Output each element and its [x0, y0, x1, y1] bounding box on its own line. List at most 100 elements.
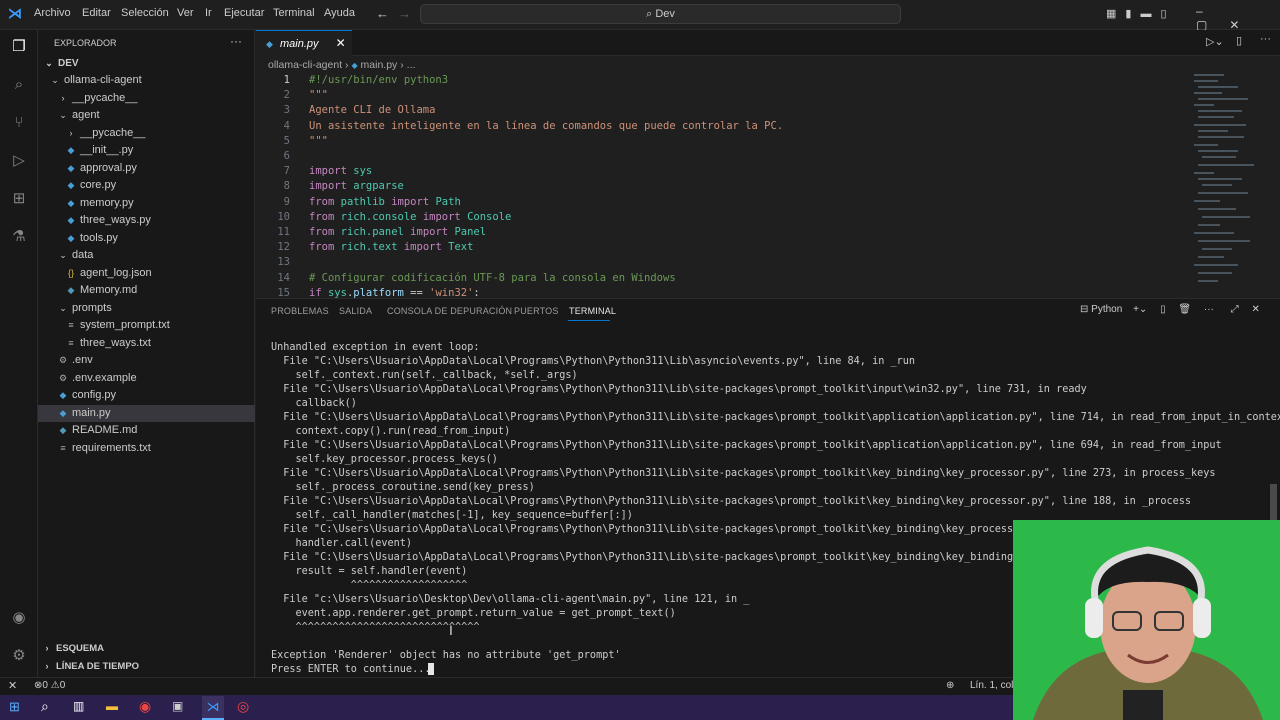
settings-gear-icon[interactable]: ⚙ — [9, 646, 29, 666]
tab-consola-de-depuración[interactable]: CONSOLA DE DEPURACIÓN — [387, 306, 512, 316]
code-line[interactable]: 8 import argparse — [256, 179, 1256, 194]
tab-problemas[interactable]: PROBLEMAS — [271, 306, 329, 316]
breadcrumb-file[interactable]: main.py — [361, 59, 398, 71]
new-terminal-icon[interactable]: +⌄ — [1133, 304, 1147, 315]
more-actions-icon[interactable]: ··· — [230, 34, 242, 48]
timeline-section[interactable]: › LÍNEA DE TIEMPO — [38, 658, 255, 676]
tree-item[interactable]: ⌄ ollama-cli-agent — [38, 72, 255, 90]
tree-item[interactable]: ◆ __init__.py — [38, 142, 255, 160]
window-controls[interactable]: –▢✕ — [1196, 4, 1276, 32]
code-line[interactable]: 5 """ — [256, 134, 1256, 149]
tree-item[interactable]: ◆ config.py — [38, 387, 255, 405]
timeline-label: LÍNEA DE TIEMPO — [56, 661, 140, 672]
tree-item[interactable]: ⌄ prompts — [38, 300, 255, 318]
search-icon[interactable]: ⌕ — [41, 698, 49, 715]
menu-terminal[interactable]: Terminal — [273, 7, 315, 19]
cursor-position[interactable]: Lín. 1, col. — [970, 678, 1016, 694]
code-line[interactable]: 11 from rich.panel import Panel — [256, 225, 1256, 240]
code-line[interactable]: 3 Agente CLI de Ollama — [256, 103, 1256, 118]
run-icon[interactable]: ▷⌄ — [1206, 35, 1224, 48]
testing-icon[interactable]: ⚗ — [9, 227, 29, 247]
tree-item[interactable]: › __pycache__ — [38, 125, 255, 143]
tree-item[interactable]: ◆ three_ways.py — [38, 212, 255, 230]
more-icon[interactable]: ··· — [1204, 304, 1214, 315]
tree-item[interactable]: › __pycache__ — [38, 90, 255, 108]
code-line[interactable]: 9 from pathlib import Path — [256, 195, 1256, 210]
menu-ayuda[interactable]: Ayuda — [324, 7, 355, 19]
editor-more-icon[interactable]: ··· — [1260, 33, 1271, 45]
layout-controls[interactable]: ▦▮▬▯ — [1106, 7, 1176, 20]
python-file-icon: ◆ — [59, 390, 67, 400]
terminal-line: context.copy().run(read_from_input) — [271, 426, 511, 437]
maximize-panel-icon[interactable]: ⤢ — [1231, 304, 1239, 315]
code-line[interactable]: 10 from rich.console import Console — [256, 210, 1256, 225]
tree-item[interactable]: ≡ three_ways.txt — [38, 335, 255, 353]
remote-icon[interactable]: ✕ — [8, 678, 17, 694]
code-line[interactable]: 12 from rich.text import Text — [256, 240, 1256, 255]
tree-item[interactable]: ⌄ data — [38, 247, 255, 265]
menu-ejecutar[interactable]: Ejecutar — [224, 7, 264, 19]
workspace-root[interactable]: ⌄ DEV — [38, 55, 255, 73]
forward-arrow-icon[interactable]: → — [398, 6, 411, 21]
tree-item[interactable]: ⚙ .env — [38, 352, 255, 370]
tree-item[interactable]: ⚙ .env.example — [38, 370, 255, 388]
chrome-icon[interactable]: ◉ — [139, 698, 151, 715]
tree-item[interactable]: ≡ requirements.txt — [38, 440, 255, 458]
menu-editar[interactable]: Editar — [82, 7, 111, 19]
problems-indicator[interactable]: ⊗0 ⚠0 — [34, 678, 65, 694]
terminal-scrollbar[interactable] — [1270, 484, 1277, 524]
split-editor-icon[interactable]: ▯ — [1236, 34, 1242, 47]
tree-item[interactable]: ≡ system_prompt.txt — [38, 317, 255, 335]
explorer-icon[interactable]: ❐ — [9, 37, 29, 57]
tab-terminal[interactable]: TERMINAL — [569, 306, 616, 316]
json-file-icon: {} — [67, 267, 74, 278]
menu-ver[interactable]: Ver — [177, 7, 194, 19]
minimap[interactable] — [1192, 72, 1270, 294]
close-icon[interactable]: ✕ — [336, 36, 346, 50]
terminal-shell-label[interactable]: Python — [1091, 304, 1122, 315]
menu-ir[interactable]: Ir — [205, 7, 212, 19]
tree-item[interactable]: ◆ tools.py — [38, 230, 255, 248]
menu-archivo[interactable]: Archivo — [34, 7, 71, 19]
menu-seleccion[interactable]: Selección — [121, 7, 169, 19]
file-explorer-icon[interactable]: ▬ — [106, 699, 118, 713]
terminal-app-icon[interactable]: ▣ — [172, 699, 183, 713]
code-line[interactable]: 1 #!/usr/bin/env python3 — [256, 73, 1256, 88]
search-icon[interactable]: ⌕ — [9, 75, 29, 95]
back-arrow-icon[interactable]: ← — [376, 6, 389, 21]
close-panel-icon[interactable]: ✕ — [1251, 304, 1259, 315]
tree-item[interactable]: ◆ core.py — [38, 177, 255, 195]
trash-icon[interactable]: 🗑 — [1178, 304, 1191, 315]
code-line[interactable]: 4 Un asistente inteligente en la línea de… — [256, 119, 1256, 134]
code-line[interactable]: 13 — [256, 255, 1256, 270]
split-terminal-icon[interactable]: ▯ — [1160, 304, 1166, 315]
windows-start-icon[interactable]: ⊞ — [9, 699, 20, 715]
tree-item[interactable]: ◆ Memory.md — [38, 282, 255, 300]
tree-item[interactable]: ◆ README.md — [38, 422, 255, 440]
code-line[interactable]: 14 # Configurar codificación UTF-8 para l… — [256, 271, 1256, 286]
tree-item[interactable]: ◆ approval.py — [38, 160, 255, 178]
tree-item[interactable]: {} agent_log.json — [38, 265, 255, 283]
account-icon[interactable]: ◉ — [9, 608, 29, 628]
tab-salida[interactable]: SALIDA — [339, 306, 372, 316]
breadcrumb-folder[interactable]: ollama-cli-agent — [268, 59, 342, 71]
extensions-icon[interactable]: ⊞ — [9, 189, 29, 209]
code-line[interactable]: 6 — [256, 149, 1256, 164]
outline-section[interactable]: › ESQUEMA — [38, 640, 255, 658]
command-center-search[interactable]: ⌕ Dev — [420, 4, 901, 24]
terminal-line: result = self.handler(event) — [271, 566, 468, 577]
tab-puertos[interactable]: PUERTOS — [514, 306, 559, 316]
code-line[interactable]: 7 import sys — [256, 164, 1256, 179]
task-view-icon[interactable]: ▥ — [73, 699, 84, 713]
code-line[interactable]: 2 """ — [256, 88, 1256, 103]
breadcrumb-symbol[interactable]: ... — [407, 59, 416, 71]
zoom-icon[interactable]: ⊕ — [946, 678, 954, 694]
tree-item[interactable]: ◆ main.py — [38, 404, 255, 422]
chrome-dev-icon[interactable]: ◎ — [237, 698, 249, 715]
tree-item[interactable]: ◆ memory.py — [38, 195, 255, 213]
tree-item[interactable]: ⌄ agent — [38, 107, 255, 125]
run-debug-icon[interactable]: ▷ — [9, 151, 29, 171]
vscode-taskbar-icon[interactable]: ⋊ — [202, 696, 224, 720]
source-control-icon[interactable]: ⑂ — [9, 113, 29, 133]
tab-main-py[interactable]: ◆ main.py ✕ — [256, 30, 352, 56]
